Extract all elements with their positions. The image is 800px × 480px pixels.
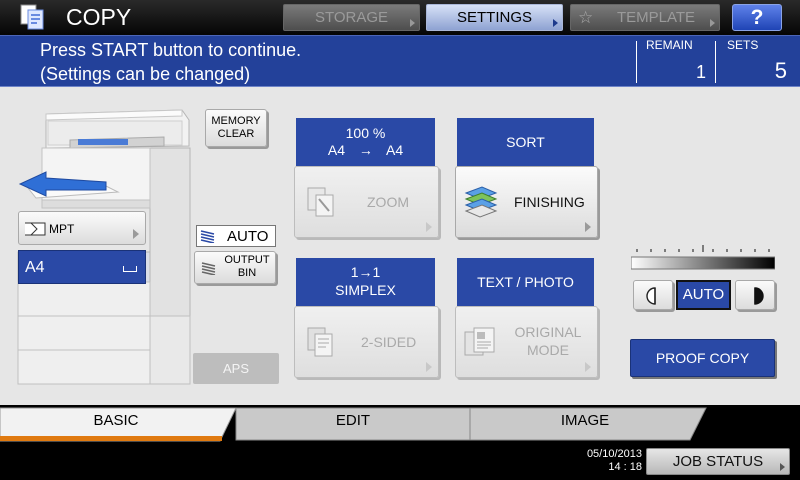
output-bin-button[interactable]: OUTPUT BIN [194,251,276,284]
output-bin-status: AUTO [196,225,276,247]
duplex-status: 1→1 SIMPLEX [296,258,435,306]
output-bin-label-1: OUTPUT [224,254,270,266]
copy-icon [20,4,44,30]
app-title: COPY [66,4,132,30]
output-bin-label: OUTPUT BIN [221,254,273,280]
original-mode-label: ORIGINAL MODE [508,323,588,359]
remain-label: REMAIN [646,38,693,52]
darker-icon [754,287,764,305]
divider [715,41,716,83]
original-mode-icon [464,327,495,356]
job-status-button[interactable]: JOB STATUS [646,448,790,475]
date-text: 05/10/2013 [586,448,642,460]
original-mode-label-2: MODE [527,342,569,358]
job-status-label: JOB STATUS [672,453,764,470]
storage-label: STORAGE [314,9,389,26]
duplex-mode: 1→1 [350,264,381,280]
drawer-1-button[interactable]: A4 [18,250,146,284]
arrow-icon [585,362,591,372]
template-button[interactable]: ☆ TEMPLATE [570,4,720,31]
memory-clear-button[interactable]: MEMORY CLEAR [205,109,267,147]
zoom-paper: A4 → A4 [296,142,435,158]
time-text: 14 : 18 [608,461,642,473]
two-sided-button[interactable]: 2-SIDED [294,306,439,378]
remain-value: 1 [695,62,706,82]
message-line-1: Press START button to continue. [40,40,302,60]
zoom-to: A4 [386,142,404,158]
tab-basic[interactable]: BASIC [0,405,232,437]
memory-clear-label-1: MEMORY [211,115,261,127]
mpt-label: MPT [49,222,75,236]
zoom-status: 100 % A4 → A4 [296,118,435,166]
memory-clear-label-2: CLEAR [217,128,255,140]
sets-label: SETS [727,38,759,52]
finishing-sort-icon [464,186,498,218]
arrow-icon [780,463,785,471]
finishing-status: SORT [457,118,594,166]
output-arrow-icon [18,171,107,197]
arrow-icon [585,222,591,232]
density-scale [631,245,775,270]
sets-value: 5 [774,58,787,83]
copier-illustration [17,109,191,385]
date-time: 05/10/2013 14 : 18 [560,448,642,474]
arrow-icon [553,19,558,27]
help-button[interactable]: ? [732,4,782,31]
template-label: TEMPLATE [616,9,696,26]
drawer-paper-size: A4 [25,259,45,276]
divider [636,41,637,83]
output-tray-icon [200,230,215,243]
original-mode-status: TEXT / PHOTO [457,258,594,306]
duplex-icon [307,327,333,357]
arrow-icon [133,229,139,239]
lighter-icon [646,287,656,305]
duplex-type: SIMPLEX [335,282,396,298]
aps-button[interactable]: APS [193,353,279,384]
arrow-icon [426,362,432,372]
original-mode-label-1: ORIGINAL [514,324,582,340]
message-line-2: (Settings can be changed) [40,64,251,84]
zoom-percent: 100 % [345,125,386,141]
settings-label: SETTINGS [456,9,532,26]
paper-orientation-icon [123,266,137,272]
bypass-tray-icon [25,222,46,236]
two-sided-label: 2-SIDED [361,334,417,350]
original-mode-button[interactable]: ORIGINAL MODE [455,306,598,378]
output-auto-label: AUTO [227,228,269,245]
zoom-from: A4 [327,142,345,158]
arrow-icon [710,19,715,27]
arrow-icon [410,19,415,27]
tab-image[interactable]: IMAGE [470,405,700,437]
zoom-button[interactable]: ZOOM [294,166,439,238]
finishing-label: FINISHING [514,194,585,210]
output-bin-label-2: BIN [237,267,257,279]
proof-copy-button[interactable]: PROOF COPY [630,339,775,377]
zoom-label: ZOOM [367,194,409,210]
density-darker-button[interactable] [735,280,775,310]
output-tray-icon [201,262,216,275]
density-auto-button[interactable]: AUTO [676,280,731,310]
finishing-button[interactable]: FINISHING [455,166,598,238]
storage-button[interactable]: STORAGE [283,4,420,31]
settings-button[interactable]: SETTINGS [426,4,563,31]
tab-edit[interactable]: EDIT [236,405,470,437]
star-icon: ☆ [578,8,594,27]
density-lighter-button[interactable] [633,280,673,310]
zoom-arrow: → [358,142,373,158]
mpt-tray-button[interactable]: MPT [18,211,146,245]
zoom-icon [307,187,334,217]
arrow-icon [426,222,432,232]
